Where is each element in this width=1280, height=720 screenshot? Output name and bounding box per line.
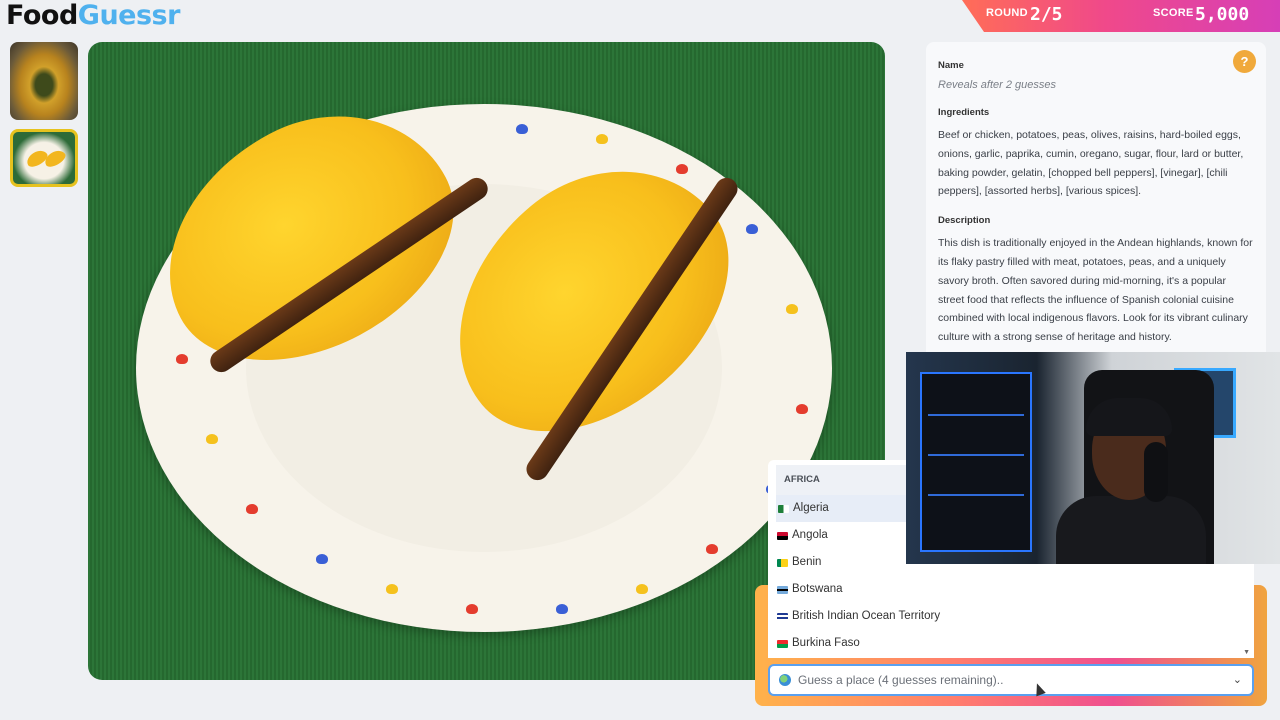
webcam-microphone: [1144, 442, 1168, 502]
plate-flower: [746, 224, 758, 234]
thumbnail-photo-2[interactable]: [10, 129, 78, 187]
flag-icon: [777, 531, 788, 540]
description-text: This dish is traditionally enjoyed in th…: [938, 237, 1253, 344]
flag-icon: [777, 585, 788, 594]
description-heading: Description: [938, 215, 991, 227]
score-label: SCORE: [1153, 7, 1194, 19]
round-value: 2/5: [1030, 4, 1063, 25]
chevron-down-icon[interactable]: ⌄: [1233, 673, 1242, 686]
round-score-bar: ROUND 2/5 SCORE 5,000: [962, 0, 1280, 32]
ingredients-text: Beef or chicken, potatoes, peas, olives,…: [938, 129, 1244, 198]
ingredients-heading: Ingredients: [938, 107, 990, 118]
webcam-overlay: [906, 352, 1280, 564]
empanada-thumb-icon: [42, 147, 68, 170]
webcam-person: [1056, 388, 1206, 564]
dish-info-panel: ? Name Reveals after 2 guesses Ingredien…: [926, 42, 1266, 360]
dropdown-option-label: Algeria: [793, 502, 829, 514]
plate-flower: [176, 354, 188, 364]
flag-icon: [777, 639, 788, 648]
webcam-shelf: [920, 372, 1032, 552]
name-heading: Name: [938, 60, 964, 71]
globe-icon: [779, 674, 791, 686]
plate-flower: [386, 584, 398, 594]
plate-flower: [466, 604, 478, 614]
plate-flower: [636, 584, 648, 594]
plate-flower: [676, 164, 688, 174]
dropdown-option-label: Benin: [792, 556, 822, 568]
dropdown-option[interactable]: Botswana: [768, 576, 1254, 603]
score-value: 5,000: [1195, 4, 1250, 25]
plate-flower: [246, 504, 258, 514]
scroll-down-icon[interactable]: ▼: [1243, 649, 1250, 656]
guess-input-field[interactable]: ⌄: [768, 664, 1254, 696]
guess-input[interactable]: [798, 673, 1218, 687]
round-label: ROUND: [986, 7, 1028, 19]
plate-flower: [786, 304, 798, 314]
name-placeholder: Reveals after 2 guesses: [938, 79, 1057, 91]
plate-flower: [316, 554, 328, 564]
plate-flower: [796, 404, 808, 414]
flag-icon: [778, 504, 789, 513]
flag-icon: [777, 558, 788, 567]
dropdown-option[interactable]: British Indian Ocean Territory: [768, 603, 1254, 630]
thumbnail-photo-1[interactable]: [10, 42, 78, 120]
logo-text-guessr: Guessr: [77, 0, 181, 31]
dropdown-option-label: Botswana: [792, 583, 843, 595]
plate-flower: [516, 124, 528, 134]
question-circle-icon[interactable]: ?: [1233, 50, 1256, 73]
app-logo: FoodGuessr: [6, 0, 180, 31]
plate-flower: [706, 544, 718, 554]
flag-icon: [777, 612, 788, 621]
dropdown-option-label: British Indian Ocean Territory: [792, 610, 941, 622]
plate-flower: [206, 434, 218, 444]
dropdown-option[interactable]: Burkina Faso: [768, 630, 1254, 657]
dropdown-option-label: Angola: [792, 529, 828, 541]
dropdown-option-label: Burkina Faso: [792, 637, 860, 649]
plate-flower: [556, 604, 568, 614]
logo-text-food: Food: [6, 0, 78, 31]
plate-flower: [596, 134, 608, 144]
